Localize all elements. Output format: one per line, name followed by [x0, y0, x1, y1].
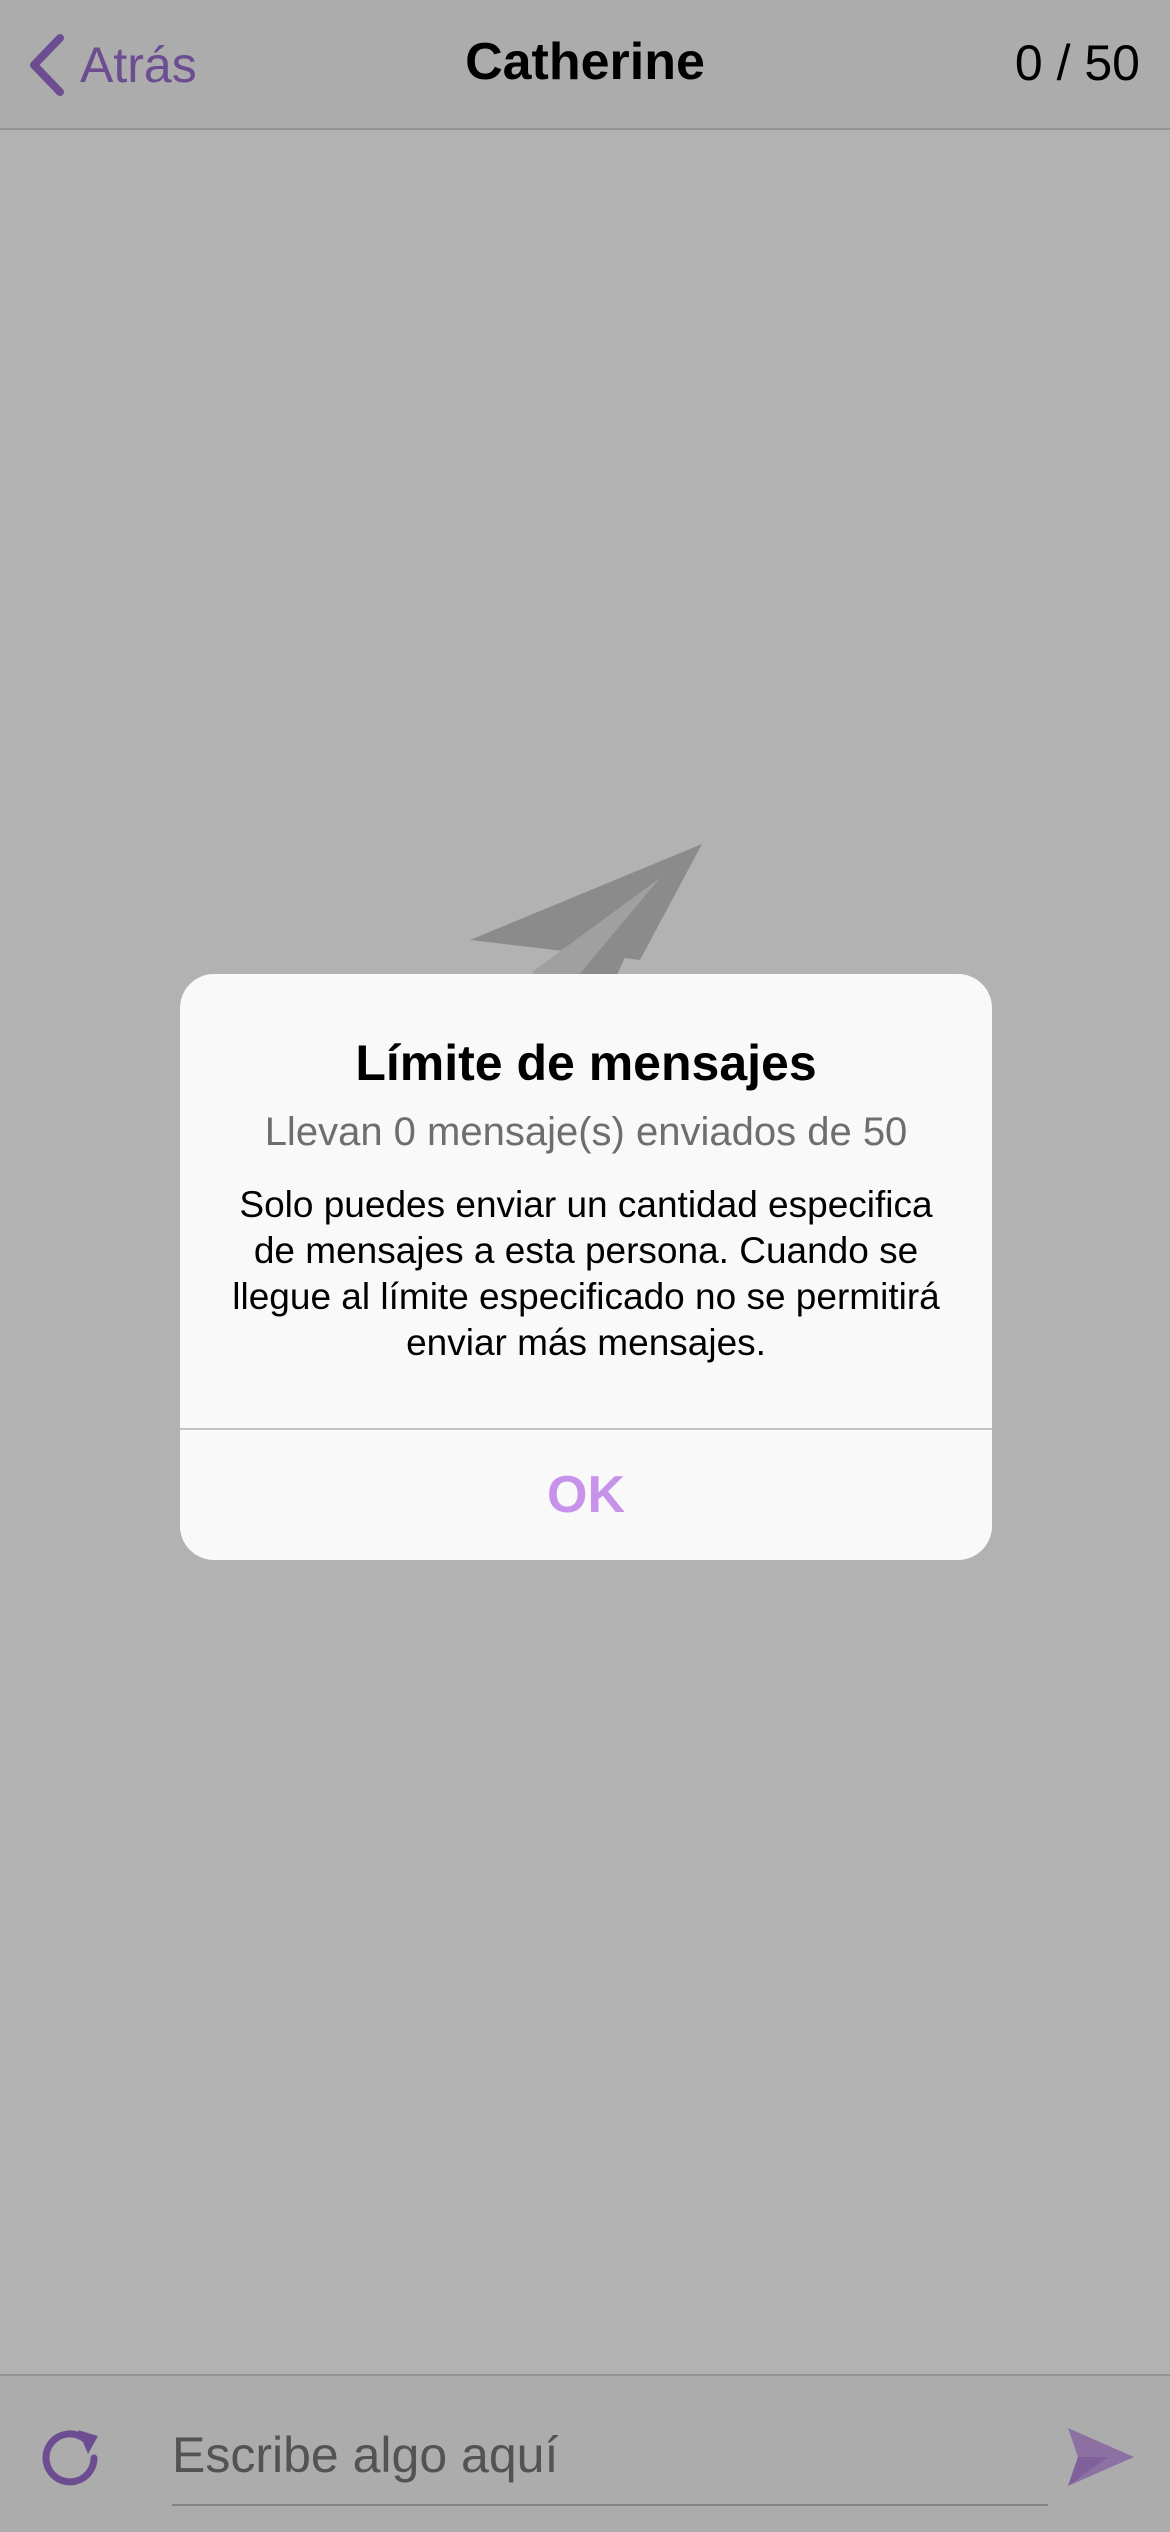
chat-screen: Atrás Catherine 0 / 50 Límite de mensaje…: [0, 0, 1170, 2532]
dialog-subtitle: Llevan 0 mensaje(s) enviados de 50: [264, 1110, 908, 1154]
dialog-message: Solo puedes enviar un cantidad especific…: [232, 1184, 940, 1363]
dialog-title: Límite de mensajes: [355, 1035, 817, 1091]
message-limit-dialog: Límite de mensajes Llevan 0 mensaje(s) e…: [180, 974, 992, 1560]
ok-button[interactable]: OK: [180, 1430, 992, 1560]
